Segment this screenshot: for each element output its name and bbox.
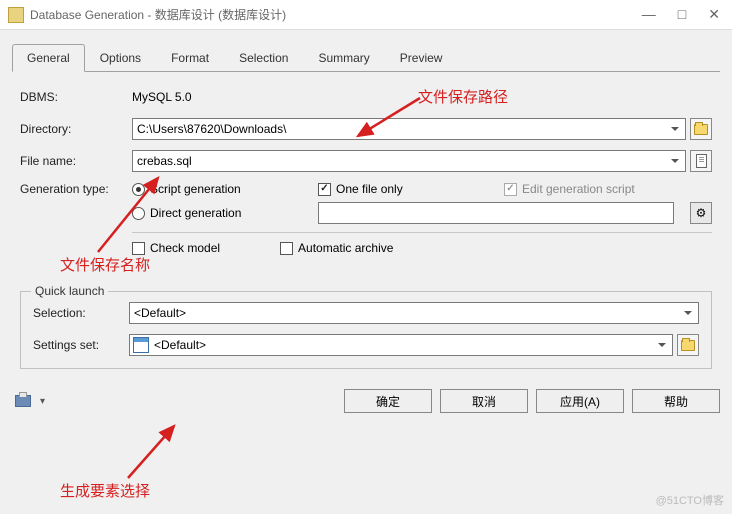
tab-selection[interactable]: Selection	[224, 44, 303, 71]
directory-input[interactable]: C:\Users\87620\Downloads\	[132, 118, 686, 140]
selection-dropdown[interactable]: <Default>	[129, 302, 699, 324]
apply-button[interactable]: 应用(A)	[536, 389, 624, 413]
selection-label: Selection:	[33, 306, 129, 320]
watermark: @51CTO博客	[656, 492, 724, 508]
check-automatic-archive[interactable]: Automatic archive	[280, 241, 393, 255]
tab-bar: General Options Format Selection Summary…	[12, 44, 720, 72]
printer-icon	[15, 395, 31, 407]
table-icon	[133, 337, 149, 353]
check-check-model[interactable]: Check model	[132, 241, 220, 255]
gentype-label: Generation type:	[20, 182, 132, 196]
maximize-button[interactable]: □	[674, 4, 690, 25]
dbms-value: MySQL 5.0	[132, 90, 712, 104]
check-edit-generation-script: Edit generation script	[504, 182, 674, 196]
annotation-select: 生成要素选择	[60, 480, 150, 501]
filename-input[interactable]: crebas.sql	[132, 150, 686, 172]
print-dropdown-icon[interactable]: ▾	[40, 396, 45, 407]
close-button[interactable]: ✕	[704, 4, 724, 25]
dbms-label: DBMS:	[20, 90, 132, 104]
tab-general[interactable]: General	[12, 44, 85, 72]
quick-launch-legend: Quick launch	[31, 284, 108, 298]
radio-direct-generation[interactable]: Direct generation	[132, 206, 302, 220]
arrow-select	[118, 420, 188, 484]
filename-label: File name:	[20, 154, 132, 168]
document-icon	[696, 154, 707, 168]
tab-preview[interactable]: Preview	[385, 44, 458, 71]
directory-label: Directory:	[20, 122, 132, 136]
check-one-file-only[interactable]: One file only	[318, 182, 488, 196]
window-titlebar: Database Generation - 数据库设计 (数据库设计) — □ …	[0, 0, 732, 30]
folder-icon	[681, 340, 695, 351]
print-button[interactable]	[12, 391, 34, 411]
browse-filename-button[interactable]	[690, 150, 712, 172]
app-icon	[8, 7, 24, 23]
quick-launch-group: Quick launch Selection: <Default> Settin…	[20, 291, 712, 369]
direct-generation-settings-button[interactable]: ⚙	[690, 202, 712, 224]
tab-summary[interactable]: Summary	[303, 44, 384, 71]
ok-button[interactable]: 确定	[344, 389, 432, 413]
settings-set-label: Settings set:	[33, 338, 129, 352]
checkbox-icon	[318, 183, 331, 196]
checkbox-icon	[504, 183, 517, 196]
radio-script-generation[interactable]: Script generation	[132, 182, 302, 196]
radio-icon	[132, 183, 145, 196]
checkbox-icon	[132, 242, 145, 255]
cancel-button[interactable]: 取消	[440, 389, 528, 413]
radio-icon	[132, 207, 145, 220]
folder-icon	[694, 124, 708, 135]
browse-directory-button[interactable]	[690, 118, 712, 140]
window-title: Database Generation - 数据库设计 (数据库设计)	[30, 6, 638, 23]
direct-generation-input[interactable]	[318, 202, 674, 224]
minimize-button[interactable]: —	[638, 4, 660, 25]
checkbox-icon	[280, 242, 293, 255]
tab-options[interactable]: Options	[85, 44, 156, 71]
settings-set-dropdown[interactable]: <Default>	[129, 334, 673, 356]
help-button[interactable]: 帮助	[632, 389, 720, 413]
browse-settings-button[interactable]	[677, 334, 699, 356]
tab-format[interactable]: Format	[156, 44, 224, 71]
